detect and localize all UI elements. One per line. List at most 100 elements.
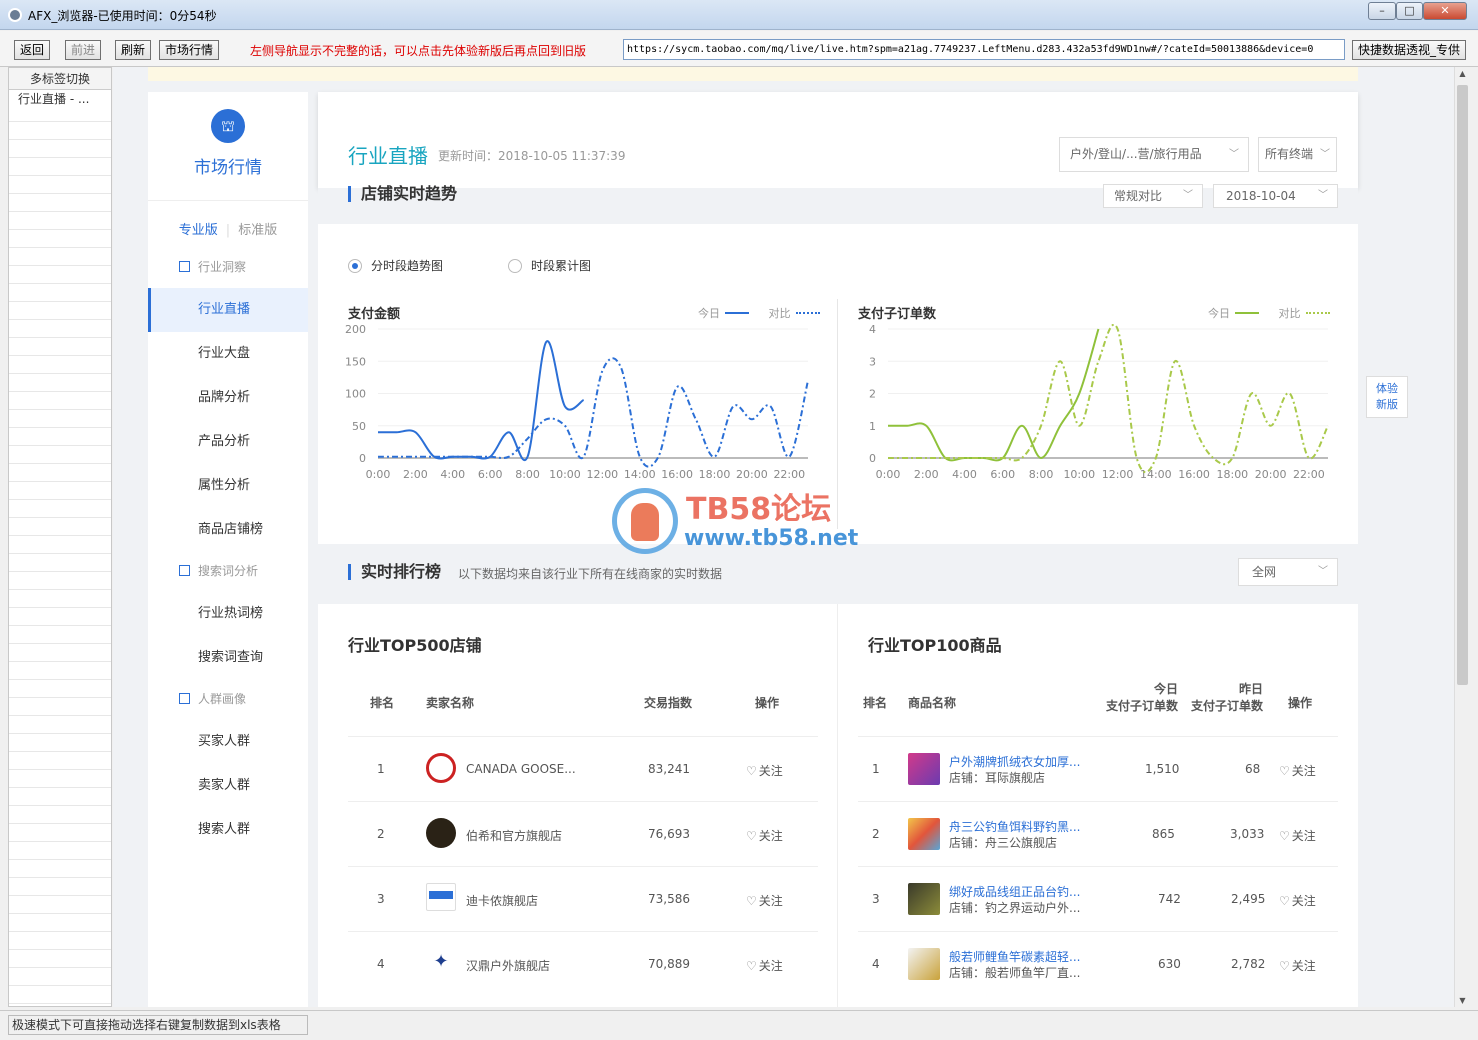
- follow-button[interactable]: ♡ 关注: [1279, 827, 1316, 844]
- nav-item-live[interactable]: 行业直播: [148, 288, 308, 332]
- table-row: 3 迪卡侬旗舰店 73,586 ♡ 关注: [348, 866, 818, 931]
- scroll-down-icon[interactable]: ▼: [1455, 996, 1470, 1005]
- nav-item-product[interactable]: 产品分析: [148, 420, 308, 464]
- pro-version-link[interactable]: 专业版: [179, 223, 218, 238]
- minimize-button[interactable]: –: [1368, 2, 1396, 20]
- nav-item-sellers[interactable]: 卖家人群: [148, 764, 308, 808]
- refresh-button[interactable]: 刷新: [115, 40, 152, 60]
- compare-select[interactable]: 常规对比 ﹀: [1103, 184, 1203, 208]
- col-rank: 排名: [863, 696, 888, 710]
- building-icon: [179, 565, 190, 576]
- trade-index: 76,693: [648, 827, 690, 841]
- scope-select[interactable]: 全网 ﹀: [1238, 558, 1338, 586]
- y-tick-label: 2: [869, 388, 876, 401]
- nav-item-shop-rank[interactable]: 商品店铺榜: [148, 508, 308, 552]
- today-orders: 1,510: [1145, 762, 1180, 776]
- vertical-scrollbar[interactable]: ▲ ▼: [1454, 67, 1469, 1007]
- heart-icon: ♡: [746, 764, 757, 778]
- follow-button[interactable]: ♡ 关注: [746, 762, 783, 779]
- follow-button[interactable]: ♡ 关注: [1279, 957, 1316, 974]
- standard-version-link[interactable]: 标准版: [238, 223, 277, 238]
- building-icon: [179, 261, 190, 272]
- radio-cumulative[interactable]: 时段累计图: [508, 257, 591, 274]
- quick-pivot-button[interactable]: 快捷数据透视_专供: [1352, 40, 1467, 60]
- terminal-select[interactable]: 所有终端 ﹀: [1258, 137, 1337, 172]
- nav-item-brand[interactable]: 品牌分析: [148, 376, 308, 420]
- category-select[interactable]: 户外/登山/...营/旅行用品 ﹀: [1059, 137, 1249, 172]
- follow-button[interactable]: ♡ 关注: [746, 892, 783, 909]
- x-tick-label: 4:00: [952, 468, 977, 481]
- series-today-line: [378, 340, 585, 461]
- yesterday-orders: 2,782: [1231, 957, 1266, 971]
- trend-panel: 分时段趋势图 时段累计图 支付金额 今日 对比 0 50 100 150 200 0:00…: [318, 224, 1358, 544]
- product-name[interactable]: 般若师鲤鱼竿碳素超轻...: [949, 948, 1080, 965]
- legend-line-solid: [725, 312, 749, 314]
- try-new-version-button[interactable]: 体验 新版: [1366, 376, 1408, 418]
- follow-button[interactable]: ♡ 关注: [746, 957, 783, 974]
- compare-select-value: 常规对比: [1114, 189, 1163, 203]
- maximize-button[interactable]: □: [1396, 2, 1423, 20]
- top-products-title: 行业TOP100商品: [868, 636, 1002, 655]
- follow-button[interactable]: ♡ 关注: [1279, 762, 1316, 779]
- forward-button[interactable]: 前进: [65, 40, 102, 60]
- date-select[interactable]: 2018-10-04 ﹀: [1213, 184, 1338, 208]
- heart-icon: ♡: [1279, 764, 1290, 778]
- nav-item-buyers[interactable]: 买家人群: [148, 720, 308, 764]
- follow-button[interactable]: ♡ 关注: [746, 827, 783, 844]
- col-yesterday-orders: 支付子订单数: [1191, 699, 1264, 713]
- nav-item-hot-words[interactable]: 行业热词榜: [148, 592, 308, 636]
- exp-label-2: 新版: [1376, 398, 1398, 411]
- row-rank: 2: [377, 827, 385, 841]
- today-orders: 865: [1152, 827, 1175, 841]
- nav-item-overview[interactable]: 行业大盘: [148, 332, 308, 376]
- market-chart-icon: ⛫: [211, 109, 245, 143]
- x-tick-label: 8:00: [1029, 468, 1054, 481]
- status-text: 极速模式下可直接拖动选择右键复制数据到xls表格: [8, 1015, 308, 1035]
- scroll-thumb[interactable]: [1457, 85, 1468, 685]
- series-today-line: [887, 328, 1100, 462]
- nav-item-searchers[interactable]: 搜索人群: [148, 808, 308, 852]
- scroll-up-icon[interactable]: ▲: [1455, 69, 1470, 78]
- chevron-down-icon: ﹀: [1320, 149, 1330, 160]
- yesterday-orders: 3,033: [1230, 827, 1265, 841]
- nav-item-search-query[interactable]: 搜索词查询: [148, 636, 308, 680]
- left-nav: ⛫ 市场行情 专业版 | 标准版 行业洞察 行业直播 行业大盘 品牌分析 产品分析 …: [148, 92, 308, 1007]
- heart-icon: ♡: [746, 894, 757, 908]
- y-tick-label: 0: [359, 452, 366, 465]
- x-tick-label: 18:00: [1216, 468, 1248, 481]
- shop-name[interactable]: 伯希和官方旗舰店: [466, 827, 562, 844]
- back-button[interactable]: 返回: [14, 40, 51, 60]
- product-thumbnail: [908, 753, 940, 785]
- shop-name[interactable]: 迪卡侬旗舰店: [466, 892, 538, 909]
- tab-item[interactable]: 行业直播 - ...: [9, 90, 111, 108]
- tab-list-header: 多标签切换: [9, 68, 111, 90]
- follow-button[interactable]: ♡ 关注: [1279, 892, 1316, 909]
- x-tick-label: 8:00: [515, 468, 540, 481]
- product-name[interactable]: 绑好成品线组正品台钓...: [949, 883, 1080, 900]
- close-button[interactable]: ✕: [1423, 2, 1467, 20]
- radio-period-trend[interactable]: 分时段趋势图: [348, 257, 443, 274]
- nav-item-attribute[interactable]: 属性分析: [148, 464, 308, 508]
- y-tick-label: 100: [345, 388, 366, 401]
- product-name[interactable]: 舟三公钓鱼饵料野钓黑...: [949, 818, 1080, 835]
- table-row: 3 绑好成品线组正品台钓... 店铺：钓之界运动户外... 742 2,495 …: [858, 866, 1338, 931]
- y-tick-label: 1: [869, 420, 876, 433]
- radio-label: 时段累计图: [531, 259, 592, 273]
- shop-logo: [426, 818, 456, 848]
- radio-dot: [508, 259, 522, 273]
- shop-name[interactable]: CANADA GOOSE...: [466, 762, 576, 776]
- product-name[interactable]: 户外潮牌抓绒衣女加厚...: [949, 753, 1080, 770]
- x-tick-label: 2:00: [403, 468, 428, 481]
- address-bar[interactable]: https://sycm.taobao.com/mq/live/live.htm…: [623, 39, 1345, 60]
- exp-label-1: 体验: [1376, 382, 1398, 395]
- x-tick-label: 14:00: [624, 468, 656, 481]
- product-thumbnail: [908, 883, 940, 915]
- x-tick-label: 12:00: [1102, 468, 1134, 481]
- market-button[interactable]: 市场行情: [159, 40, 220, 60]
- chevron-down-icon: ﹀: [1183, 190, 1193, 201]
- product-shop: 店铺：般若师鱼竿厂直...: [949, 966, 1081, 980]
- y-tick-label: 4: [869, 324, 876, 336]
- x-tick-label: 16:00: [1178, 468, 1210, 481]
- follow-label: 关注: [1291, 959, 1316, 973]
- shop-name[interactable]: 汉鼎户外旗舰店: [466, 957, 550, 974]
